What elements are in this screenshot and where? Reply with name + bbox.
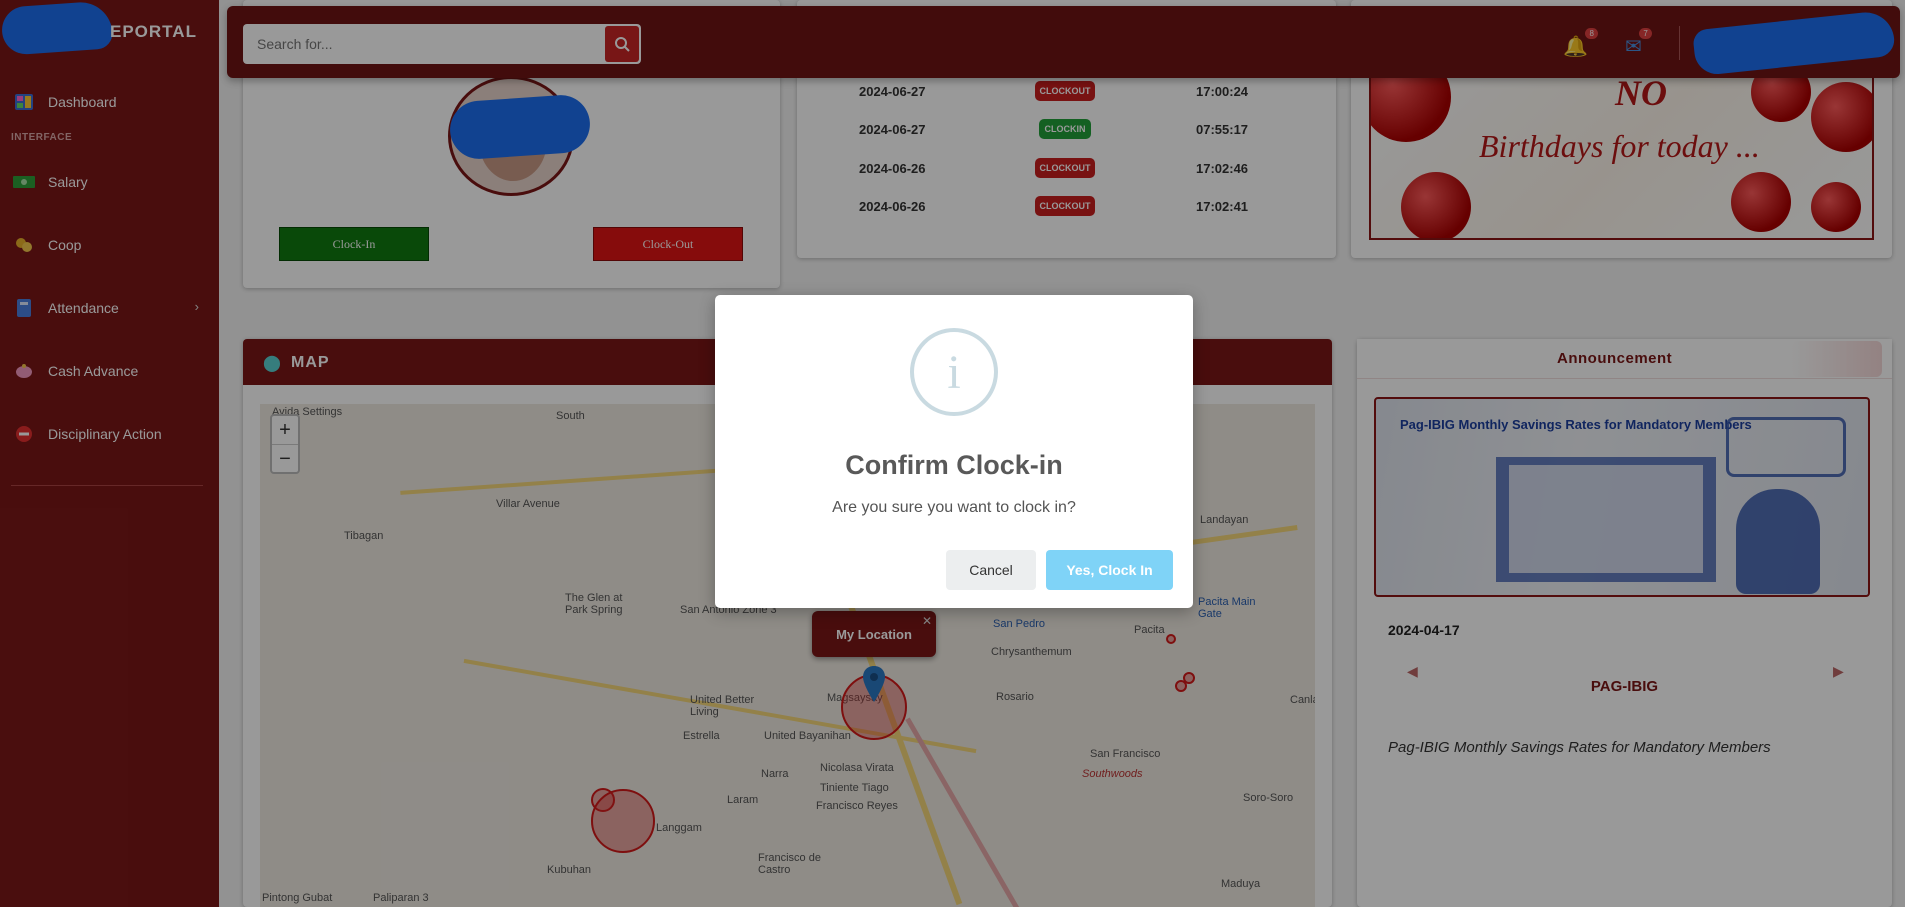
dialog-message: Are you sure you want to clock in?	[832, 499, 1076, 516]
dialog-title: Confirm Clock-in	[845, 450, 1063, 480]
confirm-dialog: i Confirm Clock-in Are you sure you want…	[715, 295, 1193, 608]
confirm-clock-in-button[interactable]: Yes, Clock In	[1046, 550, 1173, 590]
cancel-button[interactable]: Cancel	[946, 550, 1036, 590]
info-icon: i	[910, 328, 998, 416]
